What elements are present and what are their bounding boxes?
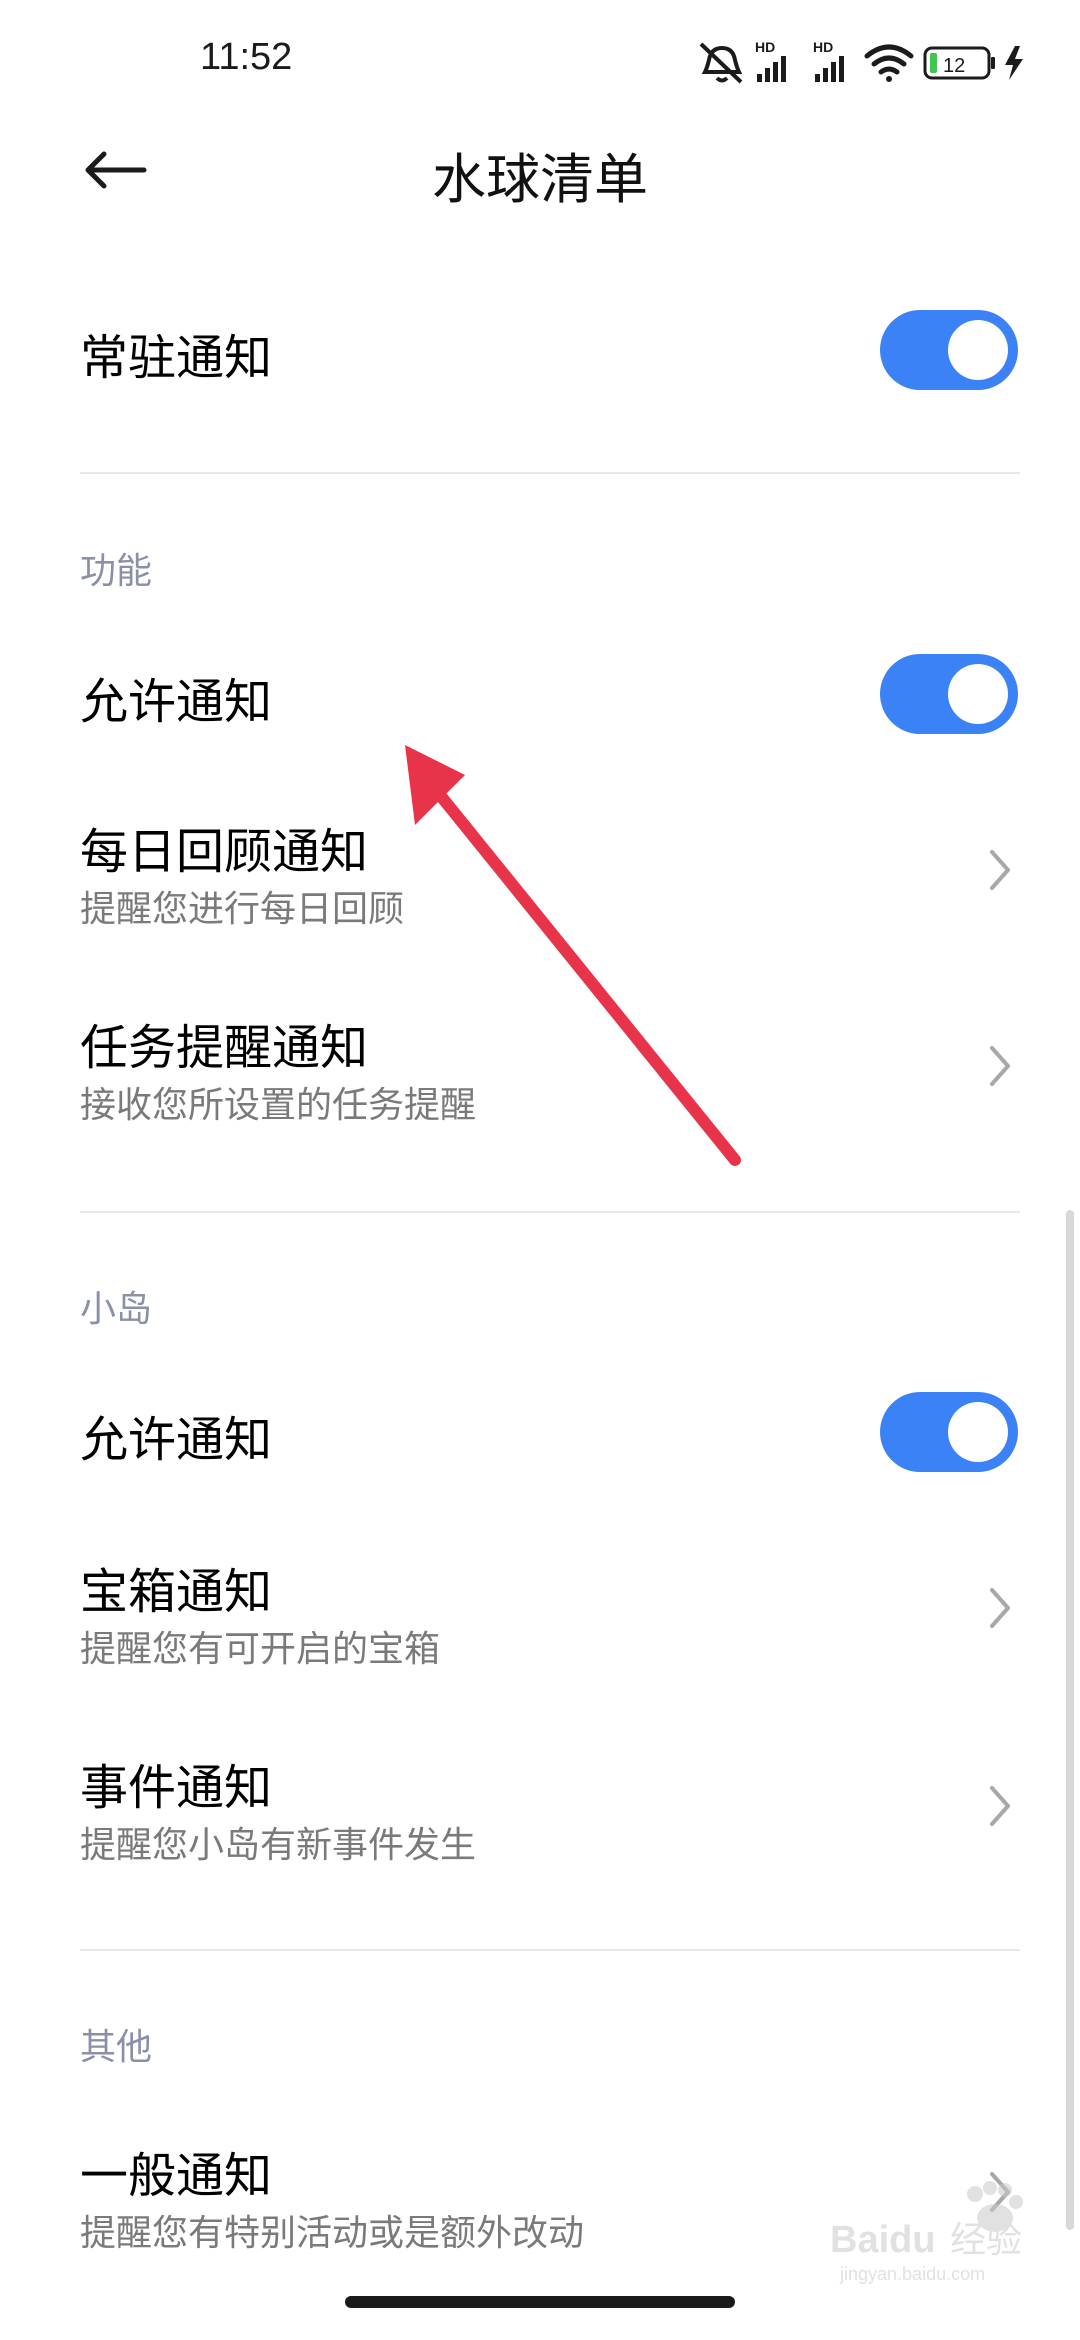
section-label-features: 功能 bbox=[80, 551, 153, 592]
watermark-domain: jingyan.baidu.com bbox=[839, 2264, 985, 2284]
chevron-right-icon[interactable] bbox=[980, 1578, 1020, 1638]
watermark-brand-cn: 经验 bbox=[950, 2220, 1022, 2261]
general-notification-title[interactable]: 一般通知 bbox=[80, 2136, 272, 2206]
annotation-arrow bbox=[405, 745, 741, 1166]
persistent-notification-label: 常驻通知 bbox=[80, 330, 273, 386]
status-time: 11:52 bbox=[200, 36, 293, 78]
section-label-island: 小岛 bbox=[80, 1289, 153, 1330]
watermark-brand: Baidu bbox=[830, 2219, 936, 2261]
network-label-1: HD bbox=[755, 39, 775, 55]
chevron-right-icon[interactable] bbox=[980, 1776, 1020, 1836]
page-title: 水球清单 bbox=[432, 148, 648, 211]
island-allow-notification-toggle[interactable] bbox=[880, 1392, 1018, 1472]
features-allow-notification-label: 允许通知 bbox=[80, 674, 273, 730]
divider bbox=[80, 1211, 1020, 1213]
arrow-left-icon bbox=[85, 151, 147, 189]
daily-review-notification-title[interactable]: 每日回顾通知 bbox=[80, 812, 368, 882]
persistent-notification-toggle[interactable] bbox=[880, 310, 1018, 390]
features-allow-notification-toggle[interactable] bbox=[880, 654, 1018, 734]
back-button[interactable] bbox=[70, 130, 160, 210]
toggle-knob bbox=[948, 320, 1008, 380]
event-notification-subtitle: 提醒您小岛有新事件发生 bbox=[80, 1825, 477, 1866]
task-reminder-notification-title[interactable]: 任务提醒通知 bbox=[80, 1008, 368, 1078]
daily-review-notification-subtitle: 提醒您进行每日回顾 bbox=[80, 889, 405, 930]
battery-icon: 12 bbox=[923, 46, 995, 80]
network-label-2: HD bbox=[813, 39, 833, 55]
chest-notification-title[interactable]: 宝箱通知 bbox=[80, 1552, 272, 1622]
divider bbox=[80, 1949, 1020, 1951]
divider bbox=[80, 472, 1020, 474]
wifi-icon bbox=[864, 44, 914, 82]
bolt-icon bbox=[1005, 46, 1023, 80]
signal-bars-icon: HD bbox=[755, 39, 786, 82]
toggle-knob bbox=[948, 664, 1008, 724]
battery-level: 12 bbox=[943, 55, 965, 77]
toggle-knob bbox=[948, 1402, 1008, 1462]
section-label-other: 其他 bbox=[80, 2027, 153, 2068]
general-notification-subtitle: 提醒您有特别活动或是额外改动 bbox=[80, 2213, 585, 2254]
chevron-right-icon[interactable] bbox=[980, 1036, 1020, 1096]
chest-notification-subtitle: 提醒您有可开启的宝箱 bbox=[80, 1629, 441, 1670]
scrollbar[interactable] bbox=[1066, 1210, 1074, 2230]
baidu-jingyan-watermark: Baidu 经验 jingyan.baidu.com bbox=[830, 2181, 1023, 2284]
chevron-right-icon[interactable] bbox=[980, 840, 1020, 900]
island-allow-notification-label: 允许通知 bbox=[80, 1412, 273, 1468]
bell-off-icon bbox=[699, 42, 743, 84]
home-indicator[interactable] bbox=[345, 2296, 735, 2308]
status-icons: HD HD 12 bbox=[699, 39, 1023, 84]
signal-bars-icon: HD bbox=[813, 39, 844, 82]
event-notification-title[interactable]: 事件通知 bbox=[80, 1748, 272, 1818]
